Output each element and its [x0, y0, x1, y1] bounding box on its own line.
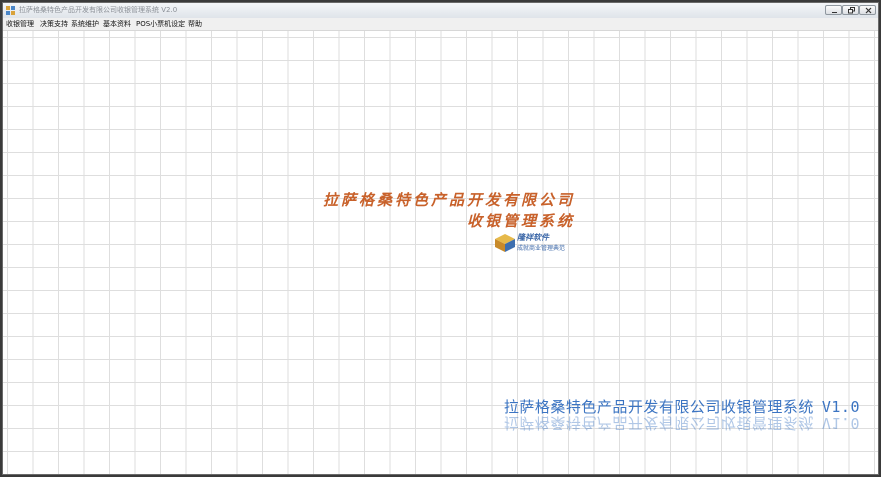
title-bar[interactable]: 拉萨格桑特色产品开发有限公司收银管理系统 V2.0	[3, 3, 878, 19]
minimize-icon	[832, 12, 837, 13]
footer-reflection-text: 拉萨格桑特色产品开发有限公司收银管理系统	[503, 414, 814, 432]
menu-item-pos-printer[interactable]: POS小票机设定	[136, 19, 185, 29]
menu-item-decision[interactable]: 决策支持	[40, 19, 68, 29]
menu-item-system[interactable]: 系统维护	[71, 19, 99, 29]
system-name-calligraphy: 收银管理系统	[466, 212, 575, 230]
menu-item-cashier[interactable]: 收银管理	[6, 19, 34, 29]
company-name-calligraphy: 拉萨格桑特色产品开发有限公司	[322, 191, 575, 209]
window-title: 拉萨格桑特色产品开发有限公司收银管理系统 V2.0	[19, 6, 178, 14]
close-icon	[865, 7, 872, 14]
menu-bar: 收银管理 决策支持 系统维护 基本资料 POS小票机设定 帮助	[3, 18, 878, 31]
minimize-button[interactable]	[825, 5, 842, 15]
restore-icon	[848, 7, 855, 14]
vendor-name: 隆祥软件	[517, 232, 549, 242]
vendor-logo-icon	[495, 234, 515, 252]
close-button[interactable]	[859, 5, 876, 15]
app-icon	[6, 6, 15, 15]
menu-item-help[interactable]: 帮助	[188, 19, 202, 29]
version-reflection: V1.0	[821, 414, 860, 432]
menu-item-basic-data[interactable]: 基本资料	[103, 19, 131, 29]
restore-button[interactable]	[842, 5, 859, 15]
vendor-slogan: 成就商业管理典范	[517, 245, 566, 252]
footer-title-reflection: 拉萨格桑特色产品开发有限公司收银管理系统 V1.0	[504, 413, 860, 434]
main-window: 拉萨格桑特色产品开发有限公司收银管理系统 V2.0 收银管理 决策支持 系统维护…	[2, 2, 879, 475]
